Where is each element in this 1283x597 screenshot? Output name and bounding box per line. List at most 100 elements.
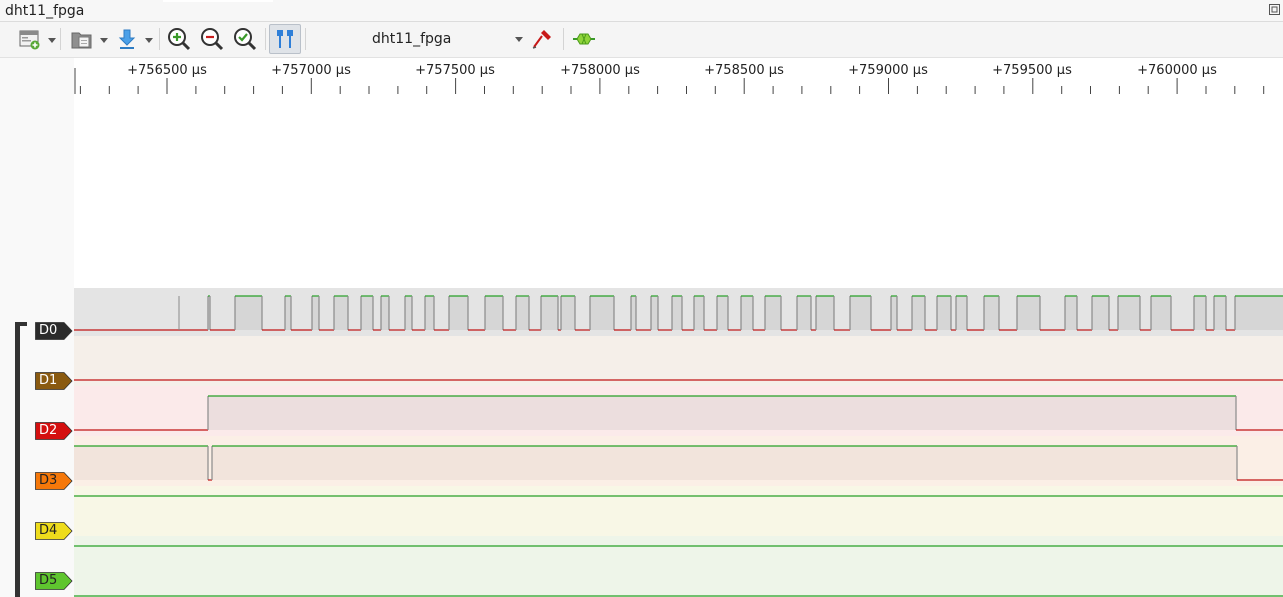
ruler-label: +756500 µs [127,63,207,78]
d0-waveform-high-fill [405,296,412,330]
d0-waveform-high-fill [937,296,951,330]
time-ruler[interactable]: +756500 µs +757000 µs +757500 µs +758000 µs… [74,58,1283,94]
ruler-label: +759000 µs [848,63,928,78]
d0-waveform-high-fill [891,296,897,330]
new-view-icon [19,30,40,50]
zoom-out-icon [201,28,224,51]
d0-waveform-high-fill [381,296,389,330]
zoom-fit-button[interactable] [230,24,260,54]
zoom-in-icon [168,28,191,51]
d0-waveform-high-fill [1017,296,1040,330]
download-button[interactable] [113,24,141,54]
d3-waveform-high-fill [212,446,1237,480]
channel-label-d2[interactable]: D2 [35,422,73,440]
d0-waveform-high-fill [765,296,781,330]
channel-lane [74,536,1283,597]
device-selector-dropdown[interactable] [515,37,523,42]
d0-waveform-high-fill [694,296,704,330]
decoder-icon [573,33,595,45]
d0-waveform-high-fill [541,296,558,330]
channel-label-d5[interactable]: D5 [35,572,73,590]
channel-label-text: D4 [39,523,58,538]
d0-waveform-high-fill [1194,296,1206,330]
channel-label-text: D5 [39,573,58,588]
main-toolbar: dht11_fpga [0,22,1283,58]
channel-label-text: D2 [39,423,58,438]
ruler-label: +758500 µs [704,63,784,78]
d0-waveform-high-fill [631,296,636,330]
channel-label-text: D3 [39,473,58,488]
ruler-ticks [74,68,1265,94]
separator [265,28,266,50]
new-view-dropdown[interactable] [48,38,56,43]
d0-waveform-high-fill [741,296,753,330]
channel-group-bracket-top [15,322,27,326]
d2-waveform-high-fill [208,396,1236,430]
d0-waveform-high-fill [850,296,871,330]
d0-waveform-high-fill [235,296,262,330]
channel-label-text: D0 [39,323,58,338]
zoom-out-button[interactable] [197,24,227,54]
d0-waveform-high-fill [672,296,682,330]
d0-waveform-high-fill [984,296,999,330]
channel-label-d0[interactable]: D0 [35,322,73,340]
d0-waveform-high-fill [651,296,658,330]
d0-waveform-high-fill [1092,296,1109,330]
signal-view[interactable] [74,94,1283,597]
zoom-fit-icon [234,28,257,51]
probe-icon [532,30,551,49]
cursor-toggle-button[interactable] [269,24,301,54]
decoder-button[interactable] [569,24,599,54]
channel-label-d1[interactable]: D1 [35,372,73,390]
ruler-label: +757500 µs [415,63,495,78]
d0-waveform-high-fill [956,296,967,330]
d0-waveform-high-fill [561,296,575,330]
d3-waveform-high-fill [74,446,208,480]
ruler-label: +760000 µs [1137,63,1217,78]
d0-waveform-high-fill [816,296,834,330]
ruler-label: +759500 µs [992,63,1072,78]
d0-waveform-high-fill [361,296,373,330]
d0-waveform-high-fill [485,296,503,330]
ruler-label: +757000 µs [271,63,351,78]
channel-label-d4[interactable]: D4 [35,522,73,540]
title-bar: dht11_fpga [0,0,1283,22]
d0-waveform-high-fill [425,296,434,330]
d0-waveform-high-fill [334,296,348,330]
open-file-icon [71,32,92,49]
window-title: dht11_fpga [5,3,85,19]
d0-waveform-high-fill [1151,296,1171,330]
d0-waveform-high-fill [1235,296,1283,330]
cursor-toggle-icon [277,30,293,48]
d0-waveform-high-fill [449,296,468,330]
d0-waveform-high-fill [1214,296,1226,330]
tab-indicator [163,0,273,2]
d0-waveform-high-fill [912,296,925,330]
d0-waveform-high-fill [1065,296,1077,330]
d0-waveform-high-fill [717,296,728,330]
d0-waveform-high-fill [516,296,529,330]
channel-group-bracket [15,322,20,597]
undock-icon[interactable] [1269,4,1280,15]
d0-waveform-high-fill [1118,296,1140,330]
channel-label-d3[interactable]: D3 [35,472,73,490]
download-icon [118,29,136,49]
channel-lane [74,486,1283,536]
separator [159,28,160,50]
separator [563,28,564,50]
channel-label-text: D1 [39,373,58,388]
d0-waveform-high-fill [312,296,319,330]
open-file-dropdown[interactable] [100,38,108,43]
zoom-in-button[interactable] [164,24,194,54]
separator [305,28,306,50]
d0-waveform-high-fill [797,296,811,330]
new-view-button[interactable] [14,24,44,54]
download-dropdown[interactable] [145,38,153,43]
ruler-label: +758000 µs [560,63,640,78]
device-selector-label[interactable]: dht11_fpga [372,31,451,47]
open-file-button[interactable] [67,24,97,54]
probe-config-button[interactable] [528,24,556,54]
channel-lane [74,336,1283,386]
separator [60,28,61,50]
d0-waveform-high-fill [590,296,614,330]
